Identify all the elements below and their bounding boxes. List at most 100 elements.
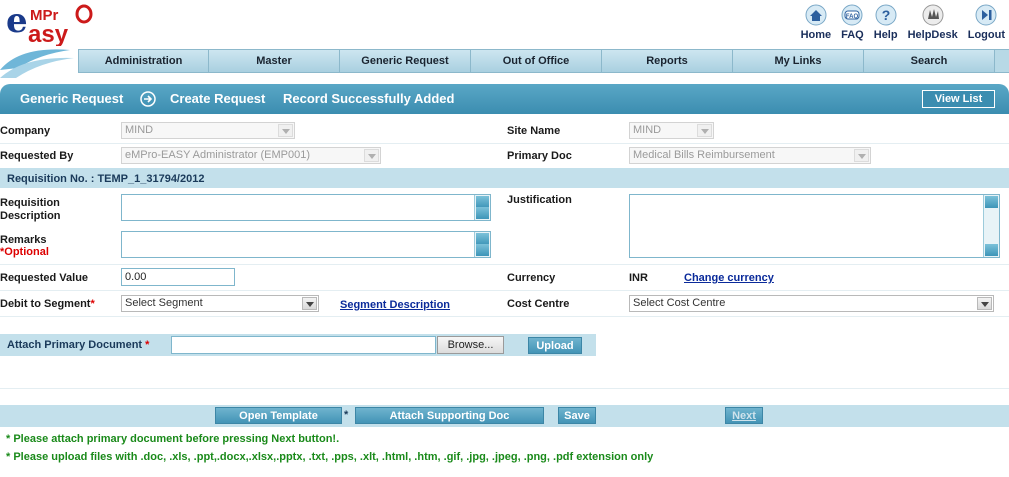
- nav-search[interactable]: Search: [864, 50, 995, 72]
- required-marker: *: [344, 409, 349, 421]
- home-label: Home: [800, 29, 832, 41]
- top-links: Home FAQ FAQ ? Help HelpDesk Logout: [791, 4, 1005, 41]
- segment-description-link[interactable]: Segment Description: [340, 299, 450, 311]
- nav-swoosh-graphic: [0, 49, 74, 78]
- help-icon: ?: [875, 4, 897, 26]
- svg-text:FAQ: FAQ: [846, 14, 859, 20]
- debit-segment-select[interactable]: Select Segment: [121, 295, 319, 312]
- cost-centre-select[interactable]: Select Cost Centre: [629, 295, 994, 312]
- scroll-down-icon[interactable]: [985, 244, 998, 256]
- company-value: MIND: [125, 124, 154, 136]
- faq-link[interactable]: FAQ FAQ: [841, 4, 864, 41]
- app-header: e MPr asy Home FAQ FAQ ? Help HelpDesk L…: [0, 0, 1009, 48]
- cost-centre-value: Select Cost Centre: [633, 297, 726, 309]
- helpdesk-label: HelpDesk: [907, 29, 958, 41]
- justification-label: Justification: [507, 194, 572, 206]
- remarks-label: Remarks: [0, 234, 47, 246]
- requested-by-label: Requested By: [0, 150, 74, 162]
- save-button[interactable]: Save: [558, 407, 596, 424]
- breadcrumb-create-request: Create Request: [170, 91, 266, 106]
- primary-doc-label: Primary Doc: [507, 150, 572, 162]
- logout-label: Logout: [967, 29, 1005, 41]
- chevron-down-icon: [302, 297, 317, 310]
- help-link[interactable]: ? Help: [874, 4, 898, 41]
- requested-value-input[interactable]: 0.00: [121, 268, 235, 286]
- nav-out-of-office[interactable]: Out of Office: [471, 50, 602, 72]
- company-label: Company: [0, 125, 51, 137]
- scroll-down-icon[interactable]: [476, 244, 489, 256]
- open-template-button[interactable]: Open Template: [215, 407, 342, 424]
- svg-text:?: ?: [881, 7, 890, 23]
- helpdesk-icon: [922, 4, 944, 26]
- row-divider: [0, 388, 1009, 389]
- debit-to-segment-label: Debit to Segment*: [0, 298, 95, 310]
- upload-button[interactable]: Upload: [528, 337, 582, 354]
- logout-icon: [975, 4, 997, 26]
- breadcrumb-generic-request[interactable]: Generic Request: [20, 91, 123, 106]
- attach-file-input[interactable]: [171, 336, 436, 354]
- currency-value: INR: [629, 272, 648, 284]
- faq-label: FAQ: [841, 29, 864, 41]
- requisition-description-label: Requisition Description: [0, 197, 61, 222]
- requested-value-label: Requested Value: [0, 272, 89, 284]
- required-marker: *: [145, 339, 150, 351]
- row-divider: [0, 290, 1009, 291]
- remarks-input[interactable]: [121, 231, 491, 258]
- faq-icon: FAQ: [841, 4, 863, 26]
- textarea-scrollbar[interactable]: [474, 232, 490, 257]
- scroll-up-icon[interactable]: [985, 196, 998, 208]
- primary-doc-value: Medical Bills Reimbursement: [633, 149, 775, 161]
- page-title-bar: Generic Request Create Request Record Su…: [0, 84, 1009, 114]
- requisition-number: Requisition No. : TEMP_1_31794/2012: [7, 173, 205, 185]
- arrow-right-icon: [140, 91, 156, 107]
- row-divider: [0, 143, 1009, 144]
- note-attach-primary: * Please attach primary document before …: [6, 433, 340, 445]
- debit-segment-value: Select Segment: [125, 297, 203, 309]
- requisition-description-input[interactable]: [121, 194, 491, 221]
- scroll-down-icon[interactable]: [476, 207, 489, 219]
- site-name-select[interactable]: MIND: [629, 122, 714, 139]
- chevron-down-icon: [278, 124, 293, 137]
- site-name-value: MIND: [633, 124, 662, 136]
- requested-by-value: eMPro-EASY Administrator (EMP001): [125, 149, 311, 161]
- browse-button[interactable]: Browse...: [437, 336, 504, 354]
- chevron-down-icon: [364, 149, 379, 162]
- cost-centre-label: Cost Centre: [507, 298, 570, 310]
- attach-primary-label: Attach Primary Document *: [7, 339, 149, 351]
- company-select[interactable]: MIND: [121, 122, 295, 139]
- nav-administration[interactable]: Administration: [78, 50, 209, 72]
- row-divider: [0, 264, 1009, 265]
- view-list-button[interactable]: View List: [922, 90, 995, 108]
- status-message: Record Successfully Added: [283, 91, 455, 106]
- nav-master[interactable]: Master: [209, 50, 340, 72]
- justification-input[interactable]: [629, 194, 1000, 258]
- row-divider: [0, 316, 1009, 317]
- debit-to-segment-text: Debit to Segment: [0, 298, 91, 310]
- helpdesk-link[interactable]: HelpDesk: [908, 4, 958, 41]
- home-link[interactable]: Home: [800, 4, 832, 41]
- logout-link[interactable]: Logout: [968, 4, 1005, 41]
- chevron-down-icon: [697, 124, 712, 137]
- chevron-down-icon: [854, 149, 869, 162]
- next-button[interactable]: Next: [725, 407, 763, 424]
- requested-by-select[interactable]: eMPro-EASY Administrator (EMP001): [121, 147, 381, 164]
- note-file-extensions: * Please upload files with .doc, .xls, .…: [6, 451, 654, 463]
- nav-reports[interactable]: Reports: [602, 50, 733, 72]
- main-nav: Administration Master Generic Request Ou…: [78, 49, 1009, 73]
- primary-doc-select[interactable]: Medical Bills Reimbursement: [629, 147, 871, 164]
- home-icon: [805, 4, 827, 26]
- textarea-scrollbar[interactable]: [983, 195, 999, 257]
- nav-generic-request[interactable]: Generic Request: [340, 50, 471, 72]
- textarea-scrollbar[interactable]: [474, 195, 490, 220]
- currency-label: Currency: [507, 272, 556, 284]
- attach-supporting-doc-button[interactable]: Attach Supporting Doc: [355, 407, 544, 424]
- svg-text:e: e: [6, 2, 28, 41]
- attach-primary-text: Attach Primary Document: [7, 339, 143, 351]
- nav-my-links[interactable]: My Links: [733, 50, 864, 72]
- chevron-down-icon: [977, 297, 992, 310]
- site-name-label: Site Name: [507, 125, 561, 137]
- required-marker: *: [90, 298, 95, 310]
- help-label: Help: [873, 29, 898, 41]
- remarks-optional-label: *Optional: [0, 246, 49, 258]
- change-currency-link[interactable]: Change currency: [684, 272, 774, 284]
